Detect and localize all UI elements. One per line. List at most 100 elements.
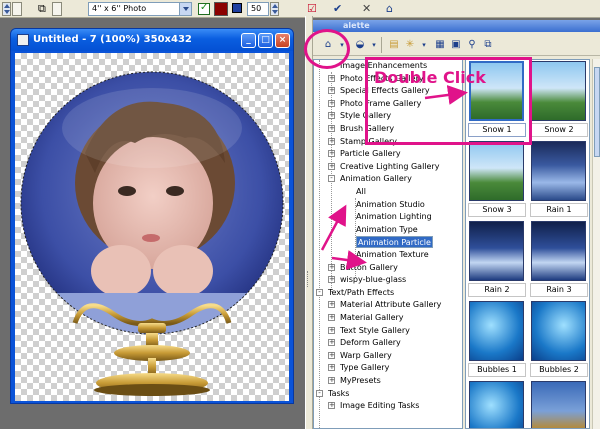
wand-icon[interactable]: ✳ [403, 38, 417, 52]
thumbnail-image[interactable] [469, 141, 524, 201]
thumbnail-image[interactable] [469, 381, 524, 428]
grid-view-icon[interactable]: ▦ [433, 38, 447, 52]
chevron-down-icon[interactable]: ▾ [367, 38, 381, 52]
image-window[interactable]: Untitled - 7 (100%) 350x432 _ □ × [10, 28, 294, 404]
number-field-value: 50 [251, 4, 262, 13]
thumbnail-image[interactable] [531, 381, 586, 428]
expand-plus-icon[interactable]: + [328, 137, 335, 145]
link-icon[interactable]: ⧉ [38, 2, 46, 16]
expand-plus-icon[interactable]: + [328, 263, 335, 271]
expand-plus-icon[interactable]: + [328, 276, 335, 284]
thumbnail-label[interactable]: Snow 3 [468, 203, 526, 217]
number-field[interactable]: 50 [247, 2, 269, 16]
thumbnail-label[interactable]: Bubbles 1 [468, 363, 526, 377]
tree-node[interactable]: All [356, 186, 366, 198]
size-preset-value: 4'' x 6'' Photo [92, 4, 147, 13]
chevron-down-icon[interactable]: ▾ [417, 38, 431, 52]
house-icon[interactable]: ⌂ [386, 2, 393, 16]
tree-node[interactable]: Deform Gallery [340, 337, 401, 349]
tree-node[interactable]: Material Gallery [340, 312, 404, 324]
tree-node[interactable]: Creative Lighting Gallery [340, 161, 439, 173]
tree-node[interactable]: Type Gallery [340, 362, 389, 374]
image-canvas[interactable] [15, 53, 289, 401]
expand-plus-icon[interactable]: + [328, 326, 335, 334]
expand-plus-icon[interactable]: + [328, 162, 335, 170]
maximize-button[interactable]: □ [258, 33, 273, 48]
expand-plus-icon[interactable]: + [328, 377, 335, 384]
chevron-down-icon[interactable] [179, 3, 191, 15]
tree-node[interactable]: MyPresets [340, 375, 381, 387]
thumbnail-image[interactable] [531, 221, 586, 281]
tree-node[interactable]: Particle Gallery [340, 148, 401, 160]
folder-tree-icon[interactable]: ▤ [387, 38, 401, 52]
document-icon [17, 34, 29, 46]
tree-node[interactable]: wispy-blue-glass [340, 274, 406, 286]
expand-plus-icon[interactable]: + [328, 125, 335, 132]
minimize-button[interactable]: _ [241, 33, 256, 48]
tree-node[interactable]: Animation Type [356, 224, 418, 236]
tree-node[interactable]: Material Attribute Gallery [340, 299, 441, 311]
collapse-minus-icon[interactable]: - [328, 175, 335, 183]
scrollbar-thumb[interactable] [594, 67, 600, 157]
splitter-grip[interactable] [307, 271, 311, 287]
copy-icon[interactable]: ⧉ [481, 38, 495, 52]
size-preset-select[interactable]: 4'' x 6'' Photo [88, 2, 192, 16]
expand-plus-icon[interactable]: + [328, 87, 335, 95]
expand-plus-icon[interactable]: + [328, 99, 335, 107]
checkbox-icon[interactable]: ☑ [307, 2, 317, 16]
tree-node[interactable]: Animation Texture [356, 249, 429, 261]
tree-node[interactable]: Warp Gallery [340, 350, 392, 362]
toolbar-separator [381, 37, 382, 53]
tree-node[interactable]: Text/Path Effects [328, 287, 394, 299]
thumbnail-image[interactable] [469, 221, 524, 281]
tree-node[interactable]: Image Editing Tasks [340, 400, 419, 412]
expand-plus-icon[interactable]: + [328, 314, 335, 321]
collapse-minus-icon[interactable]: - [316, 288, 323, 296]
thumbnail-label[interactable]: Rain 3 [530, 283, 588, 297]
annotation-text: Double Click [374, 68, 486, 87]
expand-plus-icon[interactable]: + [328, 351, 335, 359]
expand-plus-icon[interactable]: + [328, 402, 335, 410]
tree-node[interactable]: Animation Gallery [340, 173, 412, 185]
tree-node[interactable]: Animation Lighting [356, 211, 432, 223]
thumbnail-label[interactable]: Rain 1 [530, 203, 588, 217]
panel-splitter[interactable] [305, 16, 313, 429]
thumbnail-label[interactable]: Snow 2 [530, 123, 588, 137]
expand-plus-icon[interactable]: + [328, 364, 335, 372]
thumbnail-scrollbar[interactable] [592, 59, 600, 429]
thumbnail-label[interactable]: Bubbles 2 [530, 363, 588, 377]
close-button[interactable]: × [275, 33, 290, 48]
image-view-icon[interactable]: ▣ [449, 38, 463, 52]
globe-icon[interactable]: ◒ [353, 38, 367, 52]
x-icon[interactable]: ✕ [362, 2, 371, 16]
thumbnail-image[interactable] [531, 61, 586, 121]
checkmark-icon[interactable]: ✔ [333, 2, 342, 16]
thumbnail-image[interactable] [531, 141, 586, 201]
image-window-titlebar[interactable]: Untitled - 7 (100%) 350x432 _ □ × [11, 29, 293, 51]
maintain-ratio-checkbox[interactable] [198, 2, 210, 15]
color-mode-icon[interactable] [232, 3, 242, 13]
chevron-down-icon[interactable] [12, 2, 22, 16]
tree-node[interactable]: Tasks [328, 388, 349, 400]
expand-plus-icon[interactable]: + [328, 74, 335, 82]
expand-plus-icon[interactable]: + [328, 301, 335, 309]
expand-plus-icon[interactable]: + [328, 112, 335, 120]
collapse-minus-icon[interactable]: - [316, 389, 323, 397]
expand-plus-icon[interactable]: + [328, 339, 335, 347]
tree-connector [319, 60, 320, 428]
tree-node[interactable]: Animation Studio [356, 199, 425, 211]
palette-toolbar: ⌂ ▾ ◒ ▾ ▤ ✳ ▾ ▦ ▣ ⚲ ⧉ [313, 34, 600, 56]
spin-stepper[interactable] [2, 2, 11, 16]
thumbnail-label[interactable]: Rain 2 [468, 283, 526, 297]
tree-node[interactable]: Text Style Gallery [340, 325, 410, 337]
thumbnail-image[interactable] [469, 301, 524, 361]
tree-node[interactable]: Button Gallery [340, 262, 398, 274]
search-icon[interactable]: ⚲ [465, 38, 479, 52]
tree-node[interactable]: Animation Particle [356, 236, 433, 249]
color-swatch[interactable] [214, 2, 228, 16]
number-spin-stepper[interactable] [270, 2, 279, 16]
palette-titlebar[interactable]: alette [313, 20, 600, 32]
chevron-down-icon[interactable] [52, 2, 62, 16]
expand-plus-icon[interactable]: + [328, 150, 335, 158]
thumbnail-image[interactable] [531, 301, 586, 361]
